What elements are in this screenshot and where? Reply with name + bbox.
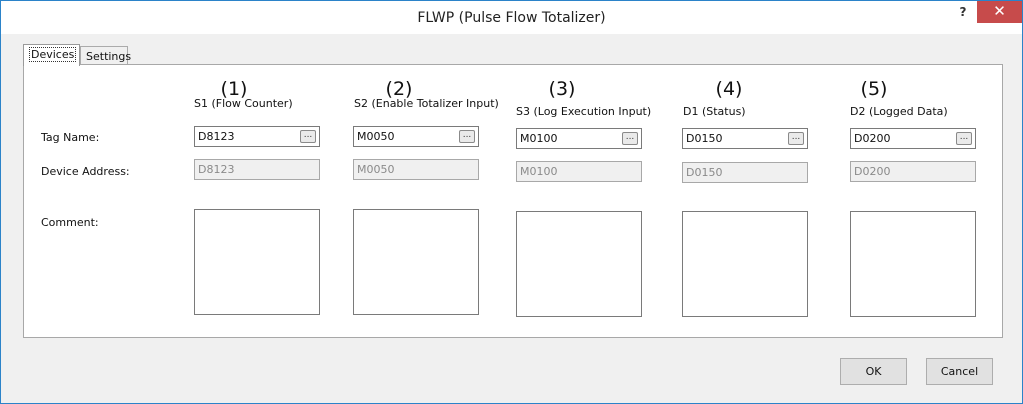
tab-settings[interactable]: Settings [80, 46, 131, 65]
column-number-3: (3) [548, 78, 576, 100]
tab-devices-label: Devices [29, 47, 77, 62]
column-header-s2: S2 (Enable Totalizer Input) [354, 97, 499, 110]
device-address-field-d1: D0150 [682, 162, 808, 183]
flwp-dialog: FLWP (Pulse Flow Totalizer) ? ✕ Devices … [0, 0, 1023, 404]
browse-button-s3[interactable]: ... [622, 132, 638, 145]
column-number-1: (1) [220, 78, 248, 100]
comment-label: Comment: [41, 216, 99, 229]
close-button[interactable]: ✕ [977, 1, 1022, 23]
browse-button-d1[interactable]: ... [788, 132, 804, 145]
device-address-value-d1: D0150 [686, 166, 723, 179]
tag-name-input-s2[interactable]: M0050 ... [353, 126, 479, 147]
comment-field-d1[interactable] [682, 211, 808, 317]
column-header-s3: S3 (Log Execution Input) [516, 105, 652, 118]
tag-name-value-d2: D0200 [854, 132, 891, 145]
column-number-4: (4) [715, 78, 743, 100]
comment-field-s2[interactable] [353, 209, 479, 315]
device-address-label: Device Address: [41, 165, 130, 178]
device-address-field-s2: M0050 [353, 159, 479, 180]
column-number-2: (2) [385, 78, 413, 100]
tag-name-input-s3[interactable]: M0100 ... [516, 128, 642, 149]
browse-button-s1[interactable]: ... [300, 130, 316, 143]
tag-name-input-d1[interactable]: D0150 ... [682, 128, 808, 149]
column-header-d2: D2 (Logged Data) [850, 105, 948, 118]
device-address-value-s1: D8123 [198, 163, 235, 176]
device-address-value-d2: D0200 [854, 165, 891, 178]
device-address-value-s3: M0100 [520, 165, 558, 178]
browse-button-d2[interactable]: ... [956, 132, 972, 145]
device-address-field-d2: D0200 [850, 161, 976, 182]
cancel-button[interactable]: Cancel [926, 358, 993, 385]
column-header-d1: D1 (Status) [683, 105, 746, 118]
tag-name-value-s3: M0100 [520, 132, 558, 145]
device-address-value-s2: M0050 [357, 163, 395, 176]
comment-field-s3[interactable] [516, 211, 642, 317]
device-address-field-s1: D8123 [194, 159, 320, 180]
title-bar: FLWP (Pulse Flow Totalizer) ? ✕ [1, 1, 1022, 34]
comment-field-d2[interactable] [850, 211, 976, 317]
tag-name-input-d2[interactable]: D0200 ... [850, 128, 976, 149]
browse-button-s2[interactable]: ... [459, 130, 475, 143]
column-header-s1: S1 (Flow Counter) [194, 97, 293, 110]
tab-devices[interactable]: Devices [23, 44, 80, 66]
dialog-title: FLWP (Pulse Flow Totalizer) [417, 10, 606, 26]
device-address-field-s3: M0100 [516, 161, 642, 182]
tag-name-value-s2: M0050 [357, 130, 395, 143]
tag-name-input-s1[interactable]: D8123 ... [194, 126, 320, 147]
column-number-5: (5) [860, 78, 888, 100]
help-icon[interactable]: ? [956, 5, 970, 19]
tag-name-value-d1: D0150 [686, 132, 723, 145]
tag-name-value-s1: D8123 [198, 130, 235, 143]
tag-name-label: Tag Name: [41, 131, 100, 144]
comment-field-s1[interactable] [194, 209, 320, 315]
ok-button[interactable]: OK [840, 358, 907, 385]
